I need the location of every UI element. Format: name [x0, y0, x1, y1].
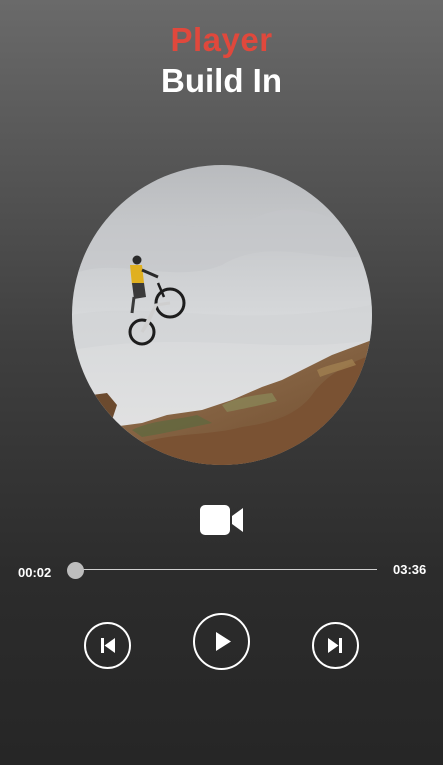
album-artwork: [72, 165, 372, 465]
seek-thumb[interactable]: [67, 562, 84, 579]
page-title: Build In: [161, 62, 282, 99]
video-camera-icon: [200, 505, 243, 535]
video-toggle-button[interactable]: [199, 503, 245, 537]
seek-bar[interactable]: [68, 569, 377, 570]
header: Player Build In: [0, 20, 443, 102]
play-icon: [216, 632, 231, 651]
previous-button[interactable]: [84, 622, 131, 669]
artwork-image: [72, 165, 372, 465]
current-time: 00:02: [18, 565, 52, 580]
total-time: 03:36: [393, 562, 427, 577]
skip-next-icon: [328, 638, 342, 653]
accent-title: Player: [170, 21, 273, 58]
skip-previous-icon: [101, 638, 115, 653]
play-button[interactable]: [193, 613, 250, 670]
next-button[interactable]: [312, 622, 359, 669]
